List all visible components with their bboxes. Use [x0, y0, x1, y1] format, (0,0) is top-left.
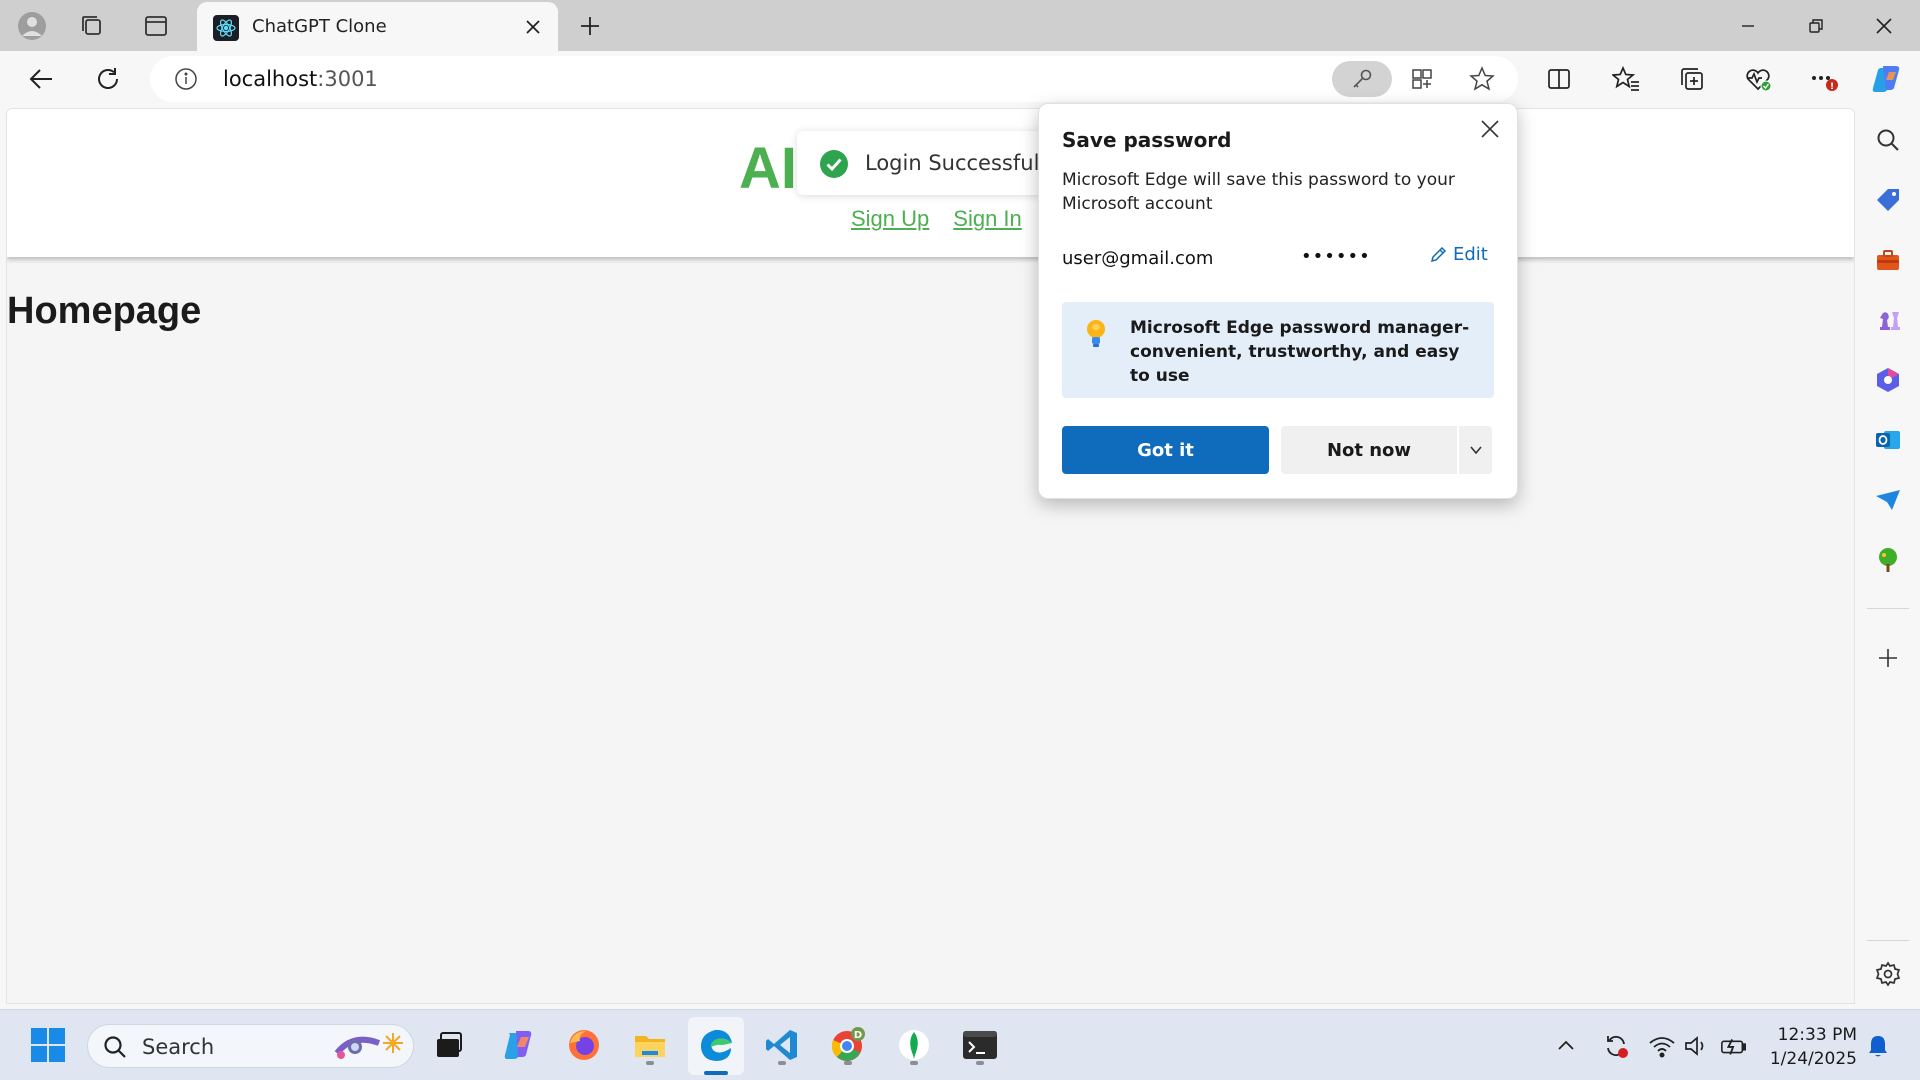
vertical-tabs-icon[interactable] — [138, 8, 174, 44]
close-window-icon[interactable] — [1850, 0, 1918, 51]
terminal-icon[interactable] — [957, 1022, 1003, 1068]
new-tab-plus-icon[interactable] — [572, 8, 608, 44]
edit-label: Edit — [1453, 244, 1488, 265]
dialog-title: Save password — [1062, 128, 1232, 152]
clock-time: 12:33 PM — [1777, 1025, 1857, 1045]
search-icon — [104, 1036, 126, 1058]
saved-username: user@gmail.com — [1062, 248, 1214, 269]
windows-taskbar: Search D 12:33 PM 1/24/2025 — [0, 1009, 1920, 1080]
signup-link[interactable]: Sign Up — [851, 206, 929, 232]
sync-error-icon[interactable] — [1602, 1032, 1630, 1060]
notification-bell-icon[interactable] — [1864, 1032, 1892, 1060]
tab-title: ChatGPT Clone — [252, 16, 387, 37]
site-logo: AI — [739, 136, 797, 201]
search-icon[interactable] — [1870, 122, 1906, 158]
got-it-button[interactable]: Got it — [1062, 426, 1269, 474]
react-icon — [213, 15, 239, 41]
copilot-app-icon[interactable] — [495, 1022, 541, 1068]
add-plus-icon[interactable] — [1870, 640, 1906, 676]
collections-icon[interactable] — [1674, 61, 1710, 97]
password-key-icon[interactable] — [1332, 61, 1392, 97]
running-indicator — [844, 1061, 852, 1065]
edit-button[interactable]: Edit — [1429, 244, 1488, 265]
gear-icon[interactable] — [1870, 956, 1906, 992]
app-available-icon[interactable] — [1406, 63, 1438, 95]
shopping-tag-icon[interactable] — [1870, 182, 1906, 218]
task-view-icon[interactable] — [426, 1022, 472, 1068]
wifi-icon[interactable] — [1648, 1032, 1676, 1060]
chevron-up-icon[interactable] — [1552, 1032, 1580, 1060]
url-text: localhost:3001 — [223, 67, 378, 91]
search-placeholder: Search — [142, 1035, 215, 1059]
login-success-toast: Login Successfully — [797, 131, 1058, 195]
close-icon[interactable] — [1473, 112, 1507, 146]
running-indicator — [976, 1061, 984, 1065]
favorite-star-icon[interactable] — [1466, 63, 1498, 95]
outlook-icon[interactable] — [1870, 422, 1906, 458]
chevron-down-icon[interactable] — [1459, 426, 1492, 474]
pencil-icon — [1430, 246, 1447, 262]
send-drop-icon[interactable] — [1870, 482, 1906, 518]
firefox-icon[interactable] — [561, 1022, 607, 1068]
games-chess-icon[interactable] — [1870, 302, 1906, 338]
taskbar-search[interactable]: Search — [87, 1024, 414, 1068]
profile-avatar-icon[interactable] — [14, 8, 50, 44]
system-clock[interactable]: 12:33 PM 1/24/2025 — [1769, 1023, 1857, 1071]
windows-start-icon[interactable] — [25, 1022, 71, 1068]
minimize-icon[interactable] — [1714, 0, 1782, 51]
split-screen-icon[interactable] — [1541, 61, 1577, 97]
tools-briefcase-icon[interactable] — [1870, 242, 1906, 278]
running-indicator — [910, 1061, 918, 1065]
tab-chatgpt-clone[interactable]: ChatGPT Clone — [197, 2, 558, 51]
workspaces-icon[interactable] — [74, 8, 110, 44]
mongodb-compass-icon[interactable] — [891, 1022, 937, 1068]
site-info-icon[interactable] — [174, 67, 198, 91]
copilot-icon[interactable] — [1868, 61, 1904, 97]
m365-icon[interactable] — [1870, 362, 1906, 398]
page-viewport: AI Sign Up Sign In Login Successfully Ho… — [6, 108, 1855, 1004]
active-indicator — [704, 1071, 728, 1075]
browser-titlebar: ChatGPT Clone — [0, 0, 1920, 51]
running-indicator — [646, 1061, 654, 1065]
browser-essentials-icon[interactable] — [1740, 61, 1776, 97]
running-indicator — [778, 1061, 786, 1065]
site-nav: Sign Up Sign In — [851, 206, 1022, 232]
edge-icon[interactable] — [693, 1022, 739, 1068]
password-manager-tip: Microsoft Edge password manager- conveni… — [1062, 302, 1494, 398]
more-options-icon[interactable]: ! — [1806, 61, 1842, 97]
sidebar-divider — [1867, 608, 1909, 609]
site-header: AI Sign Up Sign In Login Successfully — [7, 109, 1854, 257]
tab-close-icon[interactable] — [518, 12, 548, 42]
dialog-description: Microsoft Edge will save this password t… — [1062, 170, 1455, 214]
volume-icon[interactable] — [1682, 1032, 1710, 1060]
browser-toolbar: localhost:3001 ! — [0, 51, 1920, 108]
svg-text:!: ! — [1830, 82, 1834, 92]
vscode-icon[interactable] — [759, 1022, 805, 1068]
toast-message: Login Successfully — [865, 151, 1058, 175]
file-explorer-icon[interactable] — [627, 1022, 673, 1068]
success-check-icon — [820, 150, 848, 178]
not-now-button[interactable]: Not now — [1281, 426, 1457, 474]
save-password-dialog: Save password Microsoft Edge will save t… — [1038, 103, 1518, 499]
edge-sidebar — [1857, 108, 1920, 1004]
favorites-icon[interactable] — [1608, 61, 1644, 97]
refresh-icon[interactable] — [88, 59, 128, 99]
back-arrow-icon[interactable] — [21, 59, 61, 99]
signin-link[interactable]: Sign In — [953, 206, 1022, 232]
lightbulb-icon — [1087, 320, 1105, 347]
sidebar-divider-bottom — [1867, 940, 1909, 941]
page-title: Homepage — [7, 290, 202, 332]
chrome-icon[interactable]: D — [825, 1022, 871, 1068]
battery-charging-icon[interactable] — [1720, 1032, 1748, 1060]
restore-icon[interactable] — [1782, 0, 1850, 51]
svg-text:D: D — [854, 1030, 862, 1041]
search-highlight-icon — [334, 1033, 403, 1059]
tree-icon[interactable] — [1870, 542, 1906, 578]
saved-password-mask: •••••• — [1301, 246, 1371, 267]
tip-text: Microsoft Edge password manager- conveni… — [1130, 318, 1470, 386]
clock-date: 1/24/2025 — [1769, 1049, 1857, 1069]
address-bar[interactable]: localhost:3001 — [150, 56, 1518, 102]
